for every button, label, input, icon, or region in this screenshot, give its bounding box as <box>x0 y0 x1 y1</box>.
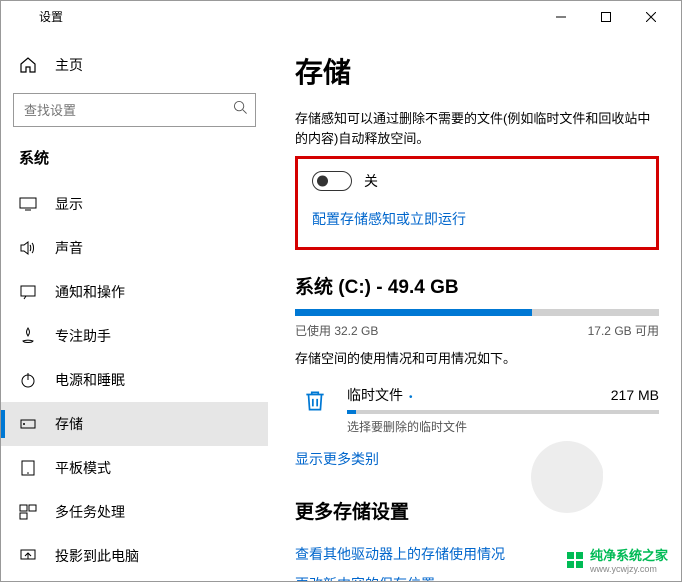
sidebar-item-label: 投影到此电脑 <box>55 546 139 566</box>
storage-sense-desc: 存储感知可以通过删除不需要的文件(例如临时文件和回收站中的内容)自动释放空间。 <box>295 109 659 148</box>
sidebar-item-label: 存储 <box>55 414 83 434</box>
free-label: 17.2 GB 可用 <box>588 322 659 339</box>
sidebar: 主页 系统 显示 声音 通知和操作 <box>1 33 269 581</box>
nav-list: 显示 声音 通知和操作 专注助手 电源和睡眠 <box>1 182 268 578</box>
sidebar-item-display[interactable]: 显示 <box>1 182 268 226</box>
highlight-box: 关 配置存储感知或立即运行 <box>295 156 659 250</box>
storage-sense-toggle[interactable] <box>312 171 352 191</box>
close-icon <box>646 12 656 22</box>
drive-usage-labels: 已使用 32.2 GB 17.2 GB 可用 <box>295 322 659 339</box>
maximize-button[interactable] <box>583 2 628 32</box>
sidebar-section-header: 系统 <box>1 145 268 182</box>
drive-usage-fill <box>295 309 532 316</box>
change-save-location-link[interactable]: 更改新内容的保存位置 <box>295 574 659 582</box>
toggle-state-label: 关 <box>364 171 378 191</box>
home-icon <box>19 56 37 74</box>
minimize-button[interactable] <box>538 2 583 32</box>
minimize-icon <box>556 12 566 22</box>
sidebar-item-power[interactable]: 电源和睡眠 <box>1 358 268 402</box>
search-wrap <box>13 93 256 127</box>
sidebar-item-notifications[interactable]: 通知和操作 <box>1 270 268 314</box>
drive-usage-bar-wrap <box>295 309 659 316</box>
drive-usage-bar <box>295 309 659 316</box>
multitask-icon <box>19 503 37 521</box>
drive-title: 系统 (C:) - 49.4 GB <box>295 272 659 299</box>
sidebar-item-label: 多任务处理 <box>55 502 125 522</box>
usage-desc: 存储空间的使用情况和可用情况如下。 <box>295 349 659 369</box>
more-storage-heading: 更多存储设置 <box>295 497 659 524</box>
sound-icon <box>19 239 37 257</box>
window-title: 设置 <box>39 8 63 25</box>
storage-sense-toggle-row: 关 <box>312 171 642 191</box>
storage-category-main: 临时文件 217 MB 选择要删除的临时文件 <box>347 385 659 435</box>
sidebar-item-label: 平板模式 <box>55 458 111 478</box>
storage-category-fill <box>347 410 356 414</box>
content: 存储 存储感知可以通过删除不需要的文件(例如临时文件和回收站中的内容)自动释放空… <box>269 33 681 581</box>
sidebar-item-tablet[interactable]: 平板模式 <box>1 446 268 490</box>
display-icon <box>19 195 37 213</box>
search-input[interactable] <box>13 93 256 127</box>
storage-icon <box>19 415 37 433</box>
sidebar-item-label: 通知和操作 <box>55 282 125 302</box>
page-title: 存储 <box>295 51 659 91</box>
storage-category-bar <box>347 410 659 414</box>
focus-icon <box>19 327 37 345</box>
watermark-url: www.ycwjzy.com <box>590 564 668 574</box>
storage-category-temp[interactable]: 临时文件 217 MB 选择要删除的临时文件 <box>295 377 659 449</box>
sidebar-item-storage[interactable]: 存储 <box>1 402 268 446</box>
sidebar-item-label: 电源和睡眠 <box>55 370 125 390</box>
sidebar-home[interactable]: 主页 <box>1 45 268 85</box>
search-icon <box>233 100 248 120</box>
tablet-icon <box>19 459 37 477</box>
close-button[interactable] <box>628 2 673 32</box>
sidebar-home-label: 主页 <box>55 55 83 75</box>
configure-storage-sense-link[interactable]: 配置存储感知或立即运行 <box>312 209 642 229</box>
trash-icon <box>301 387 329 415</box>
storage-category-title: 临时文件 <box>347 385 413 405</box>
watermark: 纯净系统之家 www.ycwjzy.com <box>566 545 668 574</box>
titlebar: 设置 <box>1 1 681 33</box>
maximize-icon <box>601 12 611 22</box>
window-body: 主页 系统 显示 声音 通知和操作 <box>1 33 681 581</box>
sidebar-item-label: 声音 <box>55 238 83 258</box>
sidebar-item-label: 显示 <box>55 194 83 214</box>
sidebar-item-project[interactable]: 投影到此电脑 <box>1 534 268 578</box>
toggle-knob <box>317 176 328 187</box>
notify-icon <box>19 283 37 301</box>
sidebar-item-multitask[interactable]: 多任务处理 <box>1 490 268 534</box>
window-controls <box>538 2 673 32</box>
watermark-icon <box>566 551 584 569</box>
used-label: 已使用 32.2 GB <box>295 322 378 339</box>
storage-category-title-row: 临时文件 217 MB <box>347 385 659 405</box>
sidebar-item-label: 专注助手 <box>55 326 111 346</box>
watermark-name: 纯净系统之家 <box>590 548 668 563</box>
storage-category-sub: 选择要删除的临时文件 <box>347 418 659 435</box>
settings-window: 设置 主页 <box>0 0 682 582</box>
power-icon <box>19 371 37 389</box>
storage-category-size: 217 MB <box>611 387 659 403</box>
show-more-categories-link[interactable]: 显示更多类别 <box>295 449 659 469</box>
project-icon <box>19 547 37 565</box>
sidebar-item-sound[interactable]: 声音 <box>1 226 268 270</box>
sidebar-item-focus[interactable]: 专注助手 <box>1 314 268 358</box>
